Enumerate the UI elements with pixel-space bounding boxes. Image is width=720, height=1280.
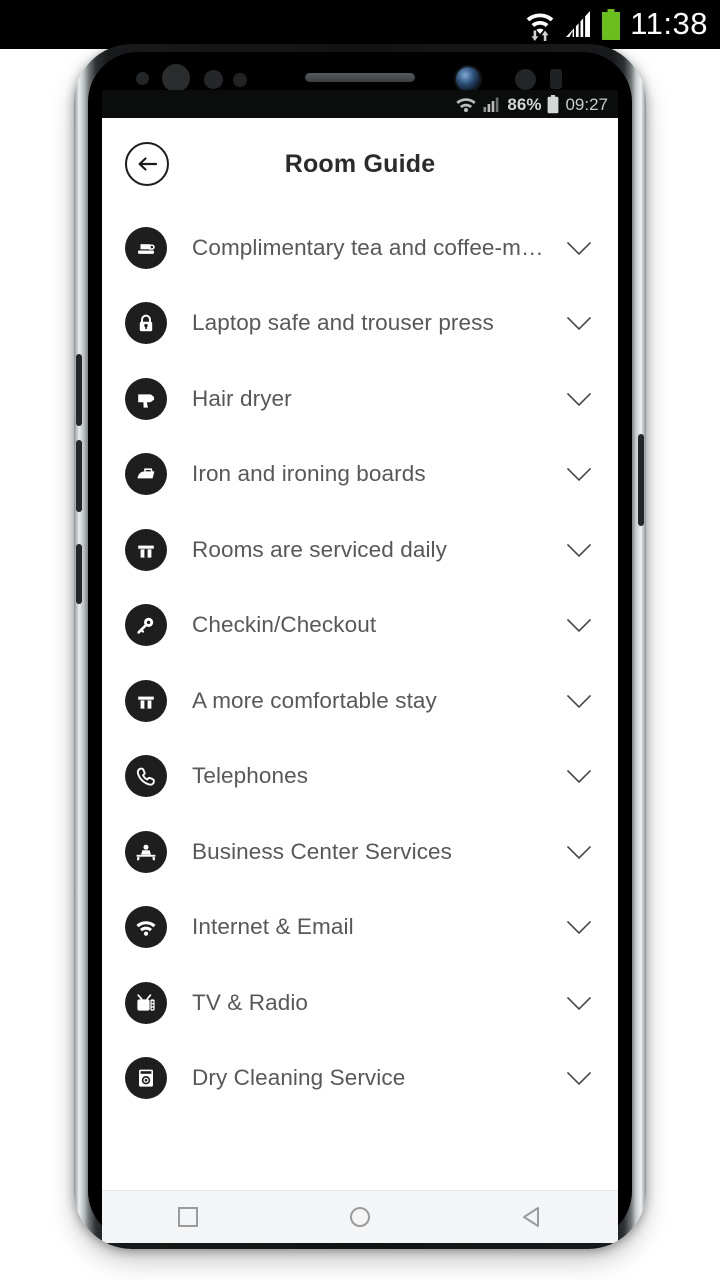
list-item[interactable]: Business Center Services xyxy=(102,814,618,890)
list-item-label: TV & Radio xyxy=(192,989,309,1015)
list-item[interactable]: Checkin/Checkout xyxy=(102,587,618,663)
list-item[interactable]: Complimentary tea and coffee-making fa..… xyxy=(102,210,618,286)
list-item-label: Internet & Email xyxy=(192,914,354,940)
towel-stack-icon xyxy=(125,528,167,571)
list-item[interactable]: Internet & Email xyxy=(102,889,618,965)
list-item-label: Checkin/Checkout xyxy=(192,612,377,638)
towel-stack-icon xyxy=(125,679,167,722)
chevron-down-icon[interactable] xyxy=(562,382,596,416)
room-guide-list: Complimentary tea and coffee-making fa..… xyxy=(102,210,618,1128)
telephone-icon xyxy=(125,755,167,798)
list-item[interactable]: Rooms are serviced daily xyxy=(102,512,618,588)
page-title: Room Guide xyxy=(284,149,436,178)
android-navigation-bar xyxy=(102,1190,618,1243)
wifi-icon xyxy=(455,95,477,113)
volume-down-button[interactable] xyxy=(76,440,82,512)
back-navigation-button[interactable] xyxy=(125,142,169,186)
list-item[interactable]: TV & Radio xyxy=(102,965,618,1041)
proximity-sensor-icon xyxy=(136,72,149,85)
phone-screen: 86% 09:27 Room Guide Complimentary tea a… xyxy=(102,90,618,1190)
chevron-down-icon[interactable] xyxy=(562,986,596,1020)
sensor-slot-icon xyxy=(550,69,562,89)
coffee-maker-icon xyxy=(125,226,167,269)
list-item-label: Business Center Services xyxy=(192,838,453,864)
chevron-down-icon[interactable] xyxy=(562,608,596,642)
chevron-down-icon[interactable] xyxy=(562,910,596,944)
cellular-signal-icon xyxy=(483,95,501,113)
business-desk-icon xyxy=(125,830,167,873)
host-clock: 11:38 xyxy=(630,6,708,41)
screenshot-root: 11:38 86% 09:27 Room Guide Complimentary… xyxy=(0,0,720,1280)
list-item-label: Telephones xyxy=(192,763,309,789)
list-item-partial[interactable] xyxy=(102,1116,618,1128)
led-indicator-icon xyxy=(233,73,247,87)
back-button[interactable] xyxy=(519,1204,545,1230)
battery-full-icon xyxy=(601,8,621,41)
volume-up-button[interactable] xyxy=(76,354,82,426)
android-clock: 09:27 xyxy=(565,94,608,114)
home-button[interactable] xyxy=(347,1204,373,1230)
list-item-label: Rooms are serviced daily xyxy=(192,536,447,562)
chevron-down-icon[interactable] xyxy=(562,533,596,567)
list-item[interactable]: Iron and ironing boards xyxy=(102,436,618,512)
assistant-button[interactable] xyxy=(76,544,82,604)
host-status-bar: 11:38 xyxy=(0,0,720,49)
light-sensor-icon xyxy=(204,70,223,89)
safe-lock-icon xyxy=(125,302,167,345)
television-icon xyxy=(125,981,167,1024)
washing-machine-icon xyxy=(125,1057,167,1100)
power-button[interactable] xyxy=(638,434,644,526)
list-item-label: A more comfortable stay xyxy=(192,687,437,713)
chevron-down-icon[interactable] xyxy=(562,1061,596,1095)
list-item-label: Hair dryer xyxy=(192,385,292,411)
recents-button[interactable] xyxy=(175,1204,201,1230)
list-item[interactable] xyxy=(102,1116,618,1128)
chevron-down-icon[interactable] xyxy=(562,835,596,869)
list-item[interactable]: Hair dryer xyxy=(102,361,618,437)
key-icon xyxy=(125,604,167,647)
chevron-down-icon[interactable] xyxy=(562,759,596,793)
chevron-down-icon[interactable] xyxy=(562,231,596,265)
front-camera-icon xyxy=(456,67,480,91)
arrow-left-circle-icon xyxy=(135,152,159,176)
app-header: Room Guide xyxy=(102,118,618,210)
sensor-dot-icon xyxy=(515,69,536,90)
cellular-signal-icon xyxy=(564,10,592,40)
list-item-label: Iron and ironing boards xyxy=(192,461,426,487)
battery-percent-label: 86% xyxy=(507,94,542,114)
wifi-icon xyxy=(125,906,167,949)
chevron-down-icon[interactable] xyxy=(562,457,596,491)
list-item[interactable]: Dry Cleaning Service xyxy=(102,1040,618,1116)
list-item-label: Complimentary tea and coffee-making fa..… xyxy=(192,234,548,260)
list-item[interactable]: Laptop safe and trouser press xyxy=(102,285,618,361)
list-item[interactable]: A more comfortable stay xyxy=(102,663,618,739)
list-item-label: Dry Cleaning Service xyxy=(192,1065,406,1091)
chevron-down-icon[interactable] xyxy=(562,684,596,718)
wifi-transfer-icon xyxy=(525,8,555,42)
list-item[interactable]: Telephones xyxy=(102,738,618,814)
phone-device-frame: 86% 09:27 Room Guide Complimentary tea a… xyxy=(74,44,646,1249)
chevron-down-icon[interactable] xyxy=(562,306,596,340)
android-status-bar: 86% 09:27 xyxy=(102,90,618,118)
list-item-label: Laptop safe and trouser press xyxy=(192,310,494,336)
battery-icon xyxy=(547,94,559,114)
iron-icon xyxy=(125,453,167,496)
hair-dryer-icon xyxy=(125,377,167,420)
iris-scanner-icon xyxy=(162,64,190,92)
earpiece-speaker-icon xyxy=(305,73,415,82)
